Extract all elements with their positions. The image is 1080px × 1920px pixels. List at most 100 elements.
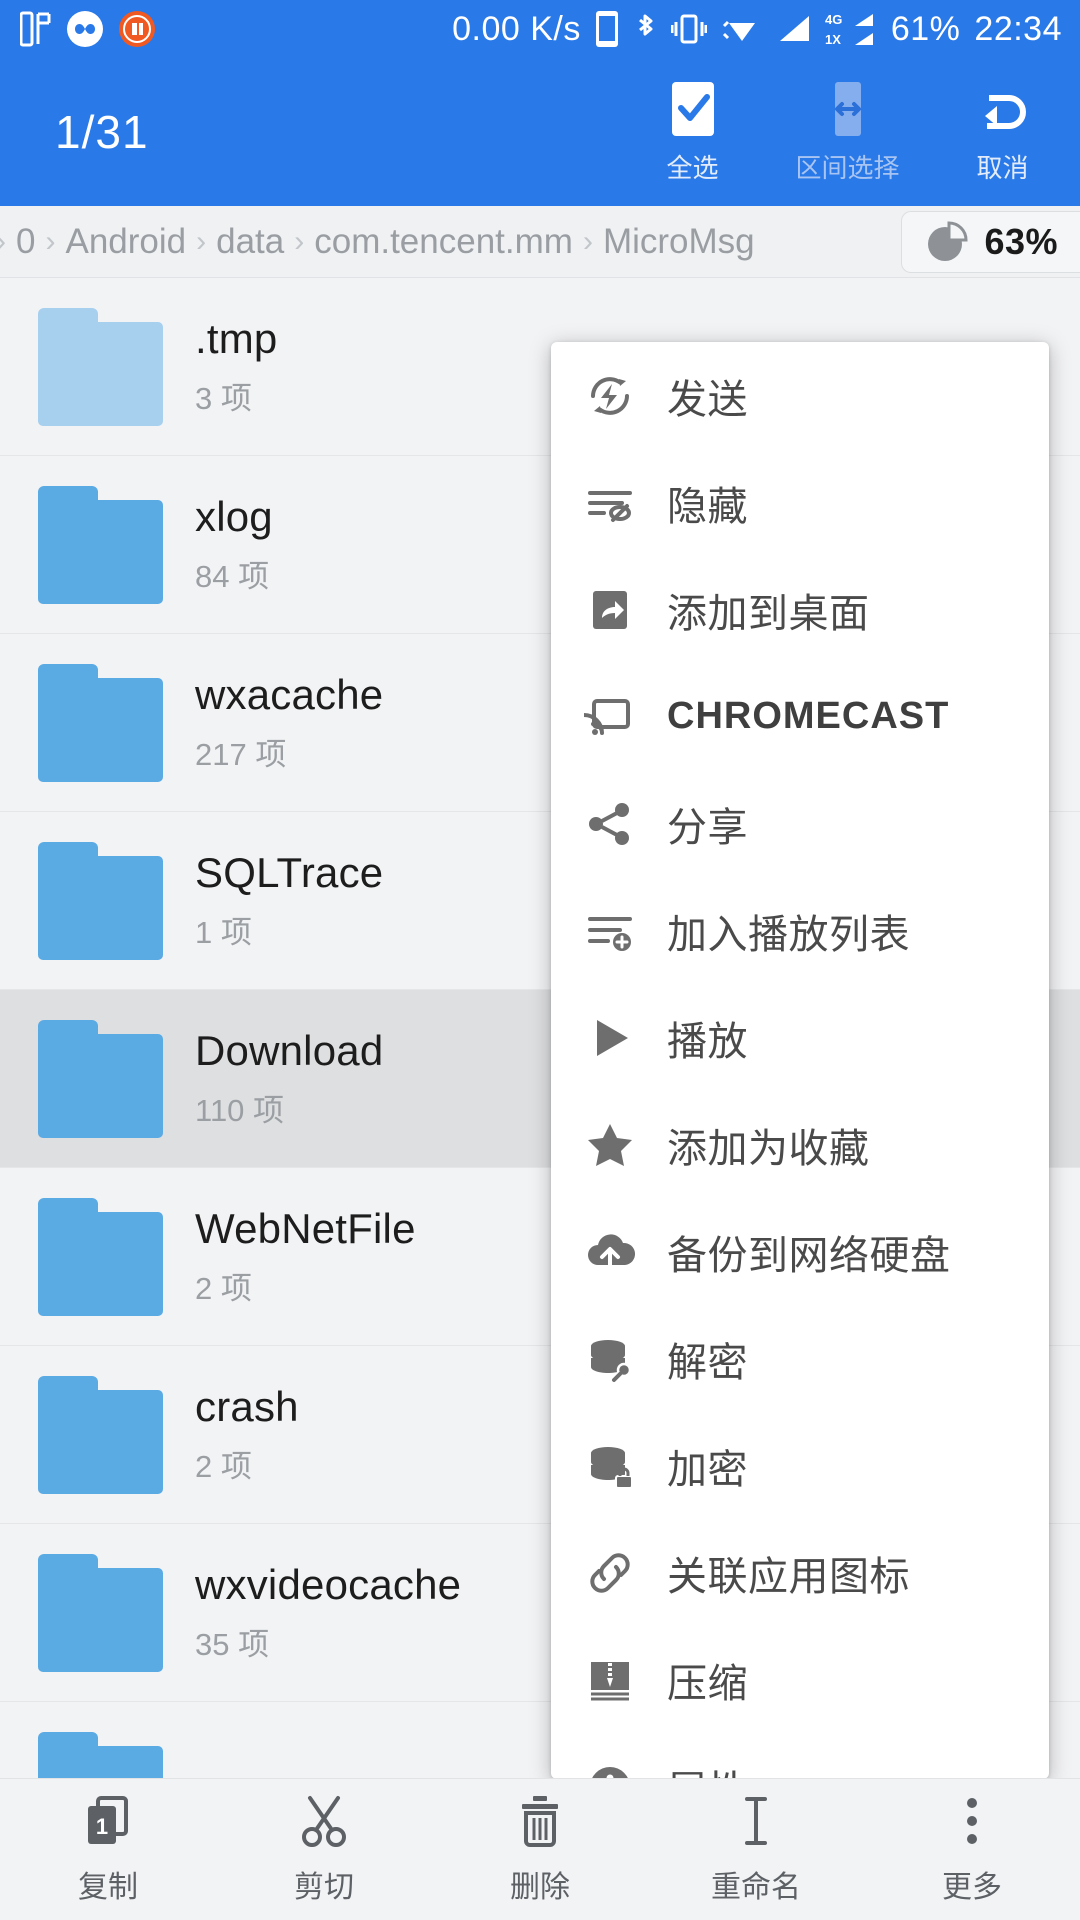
file-meta: xlog 84 项 <box>195 493 273 596</box>
more-vertical-icon <box>946 1794 998 1848</box>
add-to-home-icon <box>575 584 645 636</box>
database-lock-icon <box>575 1440 645 1492</box>
file-name: wxacache <box>195 671 384 718</box>
more-button[interactable]: 更多 <box>864 1794 1080 1906</box>
menu-item-chromecast[interactable]: CHROMECAST <box>551 663 1049 770</box>
folder-icon <box>38 1019 163 1138</box>
breadcrumb-item-micromsg[interactable]: MicroMsg <box>597 222 761 262</box>
rename-label: 重命名 <box>711 1870 801 1904</box>
file-meta: wxacache 217 项 <box>195 671 383 774</box>
range-select-icon <box>819 80 877 138</box>
menu-item-label: 解密 <box>667 1340 748 1385</box>
file-name: crash <box>195 1383 299 1430</box>
scissors-icon <box>298 1794 350 1848</box>
vibrate-icon <box>670 10 707 48</box>
menu-item-label: 添加为收藏 <box>667 1126 870 1171</box>
breadcrumb-separator: › <box>45 224 56 258</box>
select-all-label: 全选 <box>666 153 719 183</box>
check-box-icon <box>664 80 722 138</box>
rename-button[interactable]: 重命名 <box>648 1794 864 1906</box>
file-name: .tmp <box>195 315 278 362</box>
file-item-count: 2 项 <box>195 1449 252 1484</box>
network-speed: 0.00 K/s <box>452 9 581 48</box>
file-item-count: 1 项 <box>195 915 252 950</box>
file-meta: WebNetFile 2 项 <box>195 1205 416 1308</box>
hide-eye-icon <box>575 477 645 529</box>
menu-item-decrypt[interactable]: 解密 <box>551 1305 1049 1412</box>
status-bar-right-group: 0.00 K/s 4G 1X 61% 22:34 <box>452 9 1062 49</box>
menu-item-add-favorite[interactable]: 添加为收藏 <box>551 1091 1049 1198</box>
range-select-label: 区间选择 <box>795 153 900 183</box>
svg-text:1: 1 <box>96 1814 108 1839</box>
dual-sim-signal-icon: 4G 1X <box>825 9 877 49</box>
file-item-count: 2 项 <box>195 1271 252 1306</box>
breadcrumb-item-data[interactable]: data <box>210 222 290 262</box>
trash-icon <box>514 1794 566 1848</box>
star-icon <box>575 1119 645 1171</box>
text-cursor-icon <box>730 1794 782 1848</box>
mi-logo-icon <box>118 10 156 48</box>
status-bar: 0.00 K/s 4G 1X 61% 22:34 <box>0 0 1080 58</box>
context-menu[interactable]: 发送 隐藏 添加到桌面 CHROMECAST 分享 加入播放列表 播放 添加为收… <box>551 342 1049 1779</box>
cancel-selection-label: 取消 <box>976 153 1029 183</box>
breadcrumb[interactable]: › 0 › Android › data › com.tencent.mm › … <box>0 222 895 262</box>
file-meta: crash 2 项 <box>195 1383 299 1486</box>
breadcrumb-item-android[interactable]: Android <box>59 222 192 262</box>
menu-item-add-to-playlist[interactable]: 加入播放列表 <box>551 877 1049 984</box>
menu-item-compress[interactable]: 压缩 <box>551 1626 1049 1733</box>
menu-item-label: 分享 <box>667 805 748 850</box>
breadcrumb-separator: › <box>294 224 305 258</box>
file-meta: Download 110 项 <box>195 1027 383 1130</box>
folder-icon <box>38 841 163 960</box>
bottom-toolbar: 1 复制 剪切 删除 重命名 更多 <box>0 1778 1080 1920</box>
select-all-button[interactable]: 全选 <box>615 80 770 185</box>
menu-item-label: 压缩 <box>667 1661 748 1706</box>
copy-icon: 1 <box>82 1794 134 1848</box>
file-item-count: 3 项 <box>195 381 252 416</box>
wifi-icon <box>721 10 763 48</box>
menu-item-label: 发送 <box>667 377 748 422</box>
breadcrumb-separator: › <box>0 225 10 259</box>
menu-item-hide[interactable]: 隐藏 <box>551 449 1049 556</box>
menu-item-associate-app-icon[interactable]: 关联应用图标 <box>551 1519 1049 1626</box>
file-meta: wxvideocache 35 项 <box>195 1561 461 1664</box>
undo-arrow-icon <box>973 80 1033 138</box>
breadcrumb-item-package[interactable]: com.tencent.mm <box>308 222 579 262</box>
storage-usage-badge[interactable]: 63% <box>901 210 1080 273</box>
menu-item-add-to-home[interactable]: 添加到桌面 <box>551 556 1049 663</box>
range-select-button[interactable]: 区间选择 <box>770 80 925 185</box>
folder-icon <box>38 1375 163 1494</box>
menu-item-send[interactable]: 发送 <box>551 342 1049 449</box>
phone-icon <box>595 10 619 48</box>
menu-item-label: 播放 <box>667 1019 748 1064</box>
menu-item-label: 加密 <box>667 1447 748 1492</box>
svg-text:1X: 1X <box>825 32 841 47</box>
breadcrumb-separator: › <box>196 224 207 258</box>
menu-item-label: CHROMECAST <box>667 695 950 737</box>
file-meta: SQLTrace 1 项 <box>195 849 383 952</box>
cast-icon <box>575 691 645 743</box>
cloud-upload-icon <box>575 1226 645 1278</box>
cut-button[interactable]: 剪切 <box>216 1794 432 1906</box>
selection-action-bar: 1/31 全选 区间选择 取消 <box>0 58 1080 206</box>
delete-button[interactable]: 删除 <box>432 1794 648 1906</box>
menu-item-share[interactable]: 分享 <box>551 770 1049 877</box>
folder-icon <box>38 1197 163 1316</box>
file-item-count: 217 项 <box>195 737 287 772</box>
file-name: SQLTrace <box>195 849 384 896</box>
file-item-count: 84 项 <box>195 559 270 594</box>
menu-item-properties[interactable]: 属性 <box>551 1733 1049 1779</box>
share-icon <box>575 798 645 850</box>
menu-item-backup-to-netdisk[interactable]: 备份到网络硬盘 <box>551 1198 1049 1305</box>
folder-icon <box>38 663 163 782</box>
breadcrumb-item-0[interactable]: 0 <box>10 222 41 262</box>
infinity-badge-icon <box>66 10 104 48</box>
storage-usage-percent: 63% <box>984 220 1058 262</box>
menu-item-encrypt[interactable]: 加密 <box>551 1412 1049 1519</box>
menu-item-play[interactable]: 播放 <box>551 984 1049 1091</box>
menu-item-label: 加入播放列表 <box>667 912 910 957</box>
copy-button[interactable]: 1 复制 <box>0 1794 216 1906</box>
action-bar-buttons: 全选 区间选择 取消 <box>615 58 1080 206</box>
file-manager-screen: 0.00 K/s 4G 1X 61% 22:34 1/31 全选 区间选择 取消… <box>0 0 1080 1920</box>
cancel-selection-button[interactable]: 取消 <box>925 80 1080 185</box>
